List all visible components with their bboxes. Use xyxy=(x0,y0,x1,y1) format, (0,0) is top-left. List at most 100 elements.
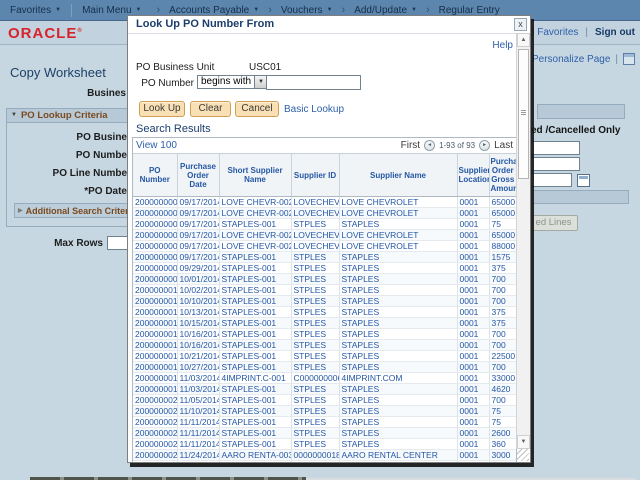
cancel-button[interactable]: Cancel xyxy=(235,101,279,117)
table-cell[interactable]: 11/03/2014 xyxy=(177,461,219,464)
table-cell[interactable]: 11/05/2014 xyxy=(177,395,219,406)
table-cell[interactable]: STPLES xyxy=(291,318,339,329)
table-cell[interactable]: 0001 xyxy=(457,384,489,395)
table-cell[interactable]: 09/17/2014 xyxy=(177,208,219,219)
breadcrumb-add-update[interactable]: Add/Update ▼ xyxy=(350,5,421,16)
table-cell[interactable]: 0001 xyxy=(457,439,489,450)
table-cell[interactable]: STAPLES xyxy=(339,384,457,395)
table-cell[interactable]: STPLES xyxy=(291,428,339,439)
table-cell[interactable]: 10/15/2014 xyxy=(177,318,219,329)
table-cell[interactable]: STAPLES xyxy=(339,329,457,340)
table-cell[interactable]: 0001 xyxy=(457,406,489,417)
table-cell[interactable]: LOVECHEVR xyxy=(291,230,339,241)
column-header-gross-amount[interactable]: Purchase Order Gross Amount xyxy=(489,154,516,197)
table-cell[interactable]: 65000 xyxy=(489,197,516,208)
table-cell[interactable]: 0001 xyxy=(457,329,489,340)
table-cell[interactable]: 0001 xyxy=(457,307,489,318)
column-header-supplier-id[interactable]: Supplier ID xyxy=(291,154,339,197)
table-cell[interactable]: STAPLES-001 xyxy=(219,285,291,296)
criteria-input-field[interactable] xyxy=(529,157,580,171)
table-cell[interactable]: STPLES xyxy=(291,362,339,373)
table-cell[interactable]: 700 xyxy=(489,274,516,285)
table-cell[interactable]: STPLES xyxy=(291,340,339,351)
table-cell[interactable]: 0001 xyxy=(457,296,489,307)
table-cell[interactable]: 10/10/2014 xyxy=(177,296,219,307)
table-cell[interactable]: LOVE CHEVR-002 xyxy=(219,208,291,219)
table-cell[interactable]: 0001 xyxy=(457,208,489,219)
breadcrumb-vouchers[interactable]: Vouchers ▼ xyxy=(277,5,337,16)
table-cell[interactable]: 11/11/2014 xyxy=(177,439,219,450)
table-cell[interactable]: STAPLES xyxy=(339,274,457,285)
table-cell[interactable]: 2000000015 xyxy=(133,340,177,351)
table-cell[interactable]: 22500 xyxy=(489,351,516,362)
table-cell[interactable]: 65000 xyxy=(489,230,516,241)
table-cell[interactable]: 10/16/2014 xyxy=(177,329,219,340)
nav-main-menu[interactable]: Main Menu ▼ xyxy=(72,5,151,16)
scroll-down-icon[interactable]: ▼ xyxy=(517,435,530,449)
table-cell[interactable]: STAPLES xyxy=(339,351,457,362)
table-cell[interactable]: 2000000008 xyxy=(133,263,177,274)
new-window-icon[interactable] xyxy=(623,53,635,65)
table-cell[interactable]: 10/01/2014 xyxy=(177,274,219,285)
table-cell[interactable]: 2000000026 xyxy=(133,450,177,461)
table-cell[interactable]: LOVE CHEVR-002 xyxy=(219,230,291,241)
table-cell[interactable]: STAPLES xyxy=(339,439,457,450)
table-cell[interactable]: 2000000001 xyxy=(133,197,177,208)
table-cell[interactable]: 100 xyxy=(489,461,516,464)
table-cell[interactable]: STPLES xyxy=(291,329,339,340)
column-header-supplier-location[interactable]: Supplier Location xyxy=(457,154,489,197)
table-cell[interactable]: STPLES xyxy=(291,263,339,274)
table-cell[interactable]: 2000000023 xyxy=(133,428,177,439)
table-cell[interactable]: 2000000004 xyxy=(133,230,177,241)
table-cell[interactable]: 65000 xyxy=(489,208,516,219)
table-cell[interactable]: 4IMPRINT.C-001 xyxy=(219,373,291,384)
table-cell[interactable]: 2000000022 xyxy=(133,417,177,428)
table-cell[interactable]: 0001 xyxy=(457,450,489,461)
table-cell[interactable]: 2000000006 xyxy=(133,252,177,263)
table-cell[interactable]: 2000000016 xyxy=(133,351,177,362)
first-link[interactable]: First xyxy=(401,140,420,151)
table-cell[interactable]: 0001 xyxy=(457,230,489,241)
table-cell[interactable]: 375 xyxy=(489,307,516,318)
previous-page-icon[interactable]: ◄ xyxy=(424,140,435,151)
table-cell[interactable]: STPLES xyxy=(291,274,339,285)
table-cell[interactable]: 2000000011 xyxy=(133,296,177,307)
table-cell[interactable]: 75 xyxy=(489,219,516,230)
table-cell[interactable]: 4620 xyxy=(489,384,516,395)
table-cell[interactable]: STAPLES xyxy=(339,285,457,296)
view-100-link[interactable]: View 100 xyxy=(136,140,177,151)
clear-button[interactable]: Clear xyxy=(190,101,231,117)
table-cell[interactable]: 2000000017 xyxy=(133,362,177,373)
table-cell[interactable]: 09/17/2014 xyxy=(177,252,219,263)
table-cell[interactable]: 2000000014 xyxy=(133,329,177,340)
table-cell[interactable]: STPLES xyxy=(291,417,339,428)
table-cell[interactable]: STAPLES-001 xyxy=(219,329,291,340)
table-cell[interactable]: STPLES xyxy=(291,252,339,263)
table-cell[interactable]: 0001 xyxy=(457,373,489,384)
scrollbar-thumb[interactable] xyxy=(518,49,529,179)
column-header-short-supplier-name[interactable]: Short Supplier Name xyxy=(219,154,291,197)
table-cell[interactable]: 0001 xyxy=(457,428,489,439)
column-header-po-number[interactable]: PO Number xyxy=(133,154,177,197)
table-cell[interactable]: STAPLES-001 xyxy=(219,274,291,285)
scroll-up-icon[interactable]: ▲ xyxy=(517,33,530,47)
po-number-input[interactable] xyxy=(266,75,361,90)
table-cell[interactable]: 10/02/2014 xyxy=(177,285,219,296)
criteria-input-field[interactable] xyxy=(529,141,580,155)
table-cell[interactable]: 3000 xyxy=(489,450,516,461)
table-cell[interactable]: STPLES xyxy=(291,351,339,362)
operator-dropdown[interactable]: begins with ▼ xyxy=(197,75,268,89)
table-cell[interactable]: STAPLES-001 xyxy=(219,362,291,373)
table-cell[interactable]: 2000000005 xyxy=(133,241,177,252)
table-cell[interactable]: STAPLES-001 xyxy=(219,307,291,318)
table-cell[interactable]: STPLES xyxy=(291,406,339,417)
table-cell[interactable]: 0001 xyxy=(457,362,489,373)
table-cell[interactable]: 2000000027 xyxy=(133,461,177,464)
table-cell[interactable]: 09/17/2014 xyxy=(177,230,219,241)
table-cell[interactable]: 10/21/2014 xyxy=(177,351,219,362)
max-rows-input[interactable] xyxy=(107,236,128,250)
table-cell[interactable]: 11/03/2014 xyxy=(177,384,219,395)
close-icon[interactable]: x xyxy=(514,18,527,31)
table-cell[interactable]: STAPLES xyxy=(339,395,457,406)
po-lookup-criteria-header[interactable]: ▼ PO Lookup Criteria xyxy=(7,109,128,123)
